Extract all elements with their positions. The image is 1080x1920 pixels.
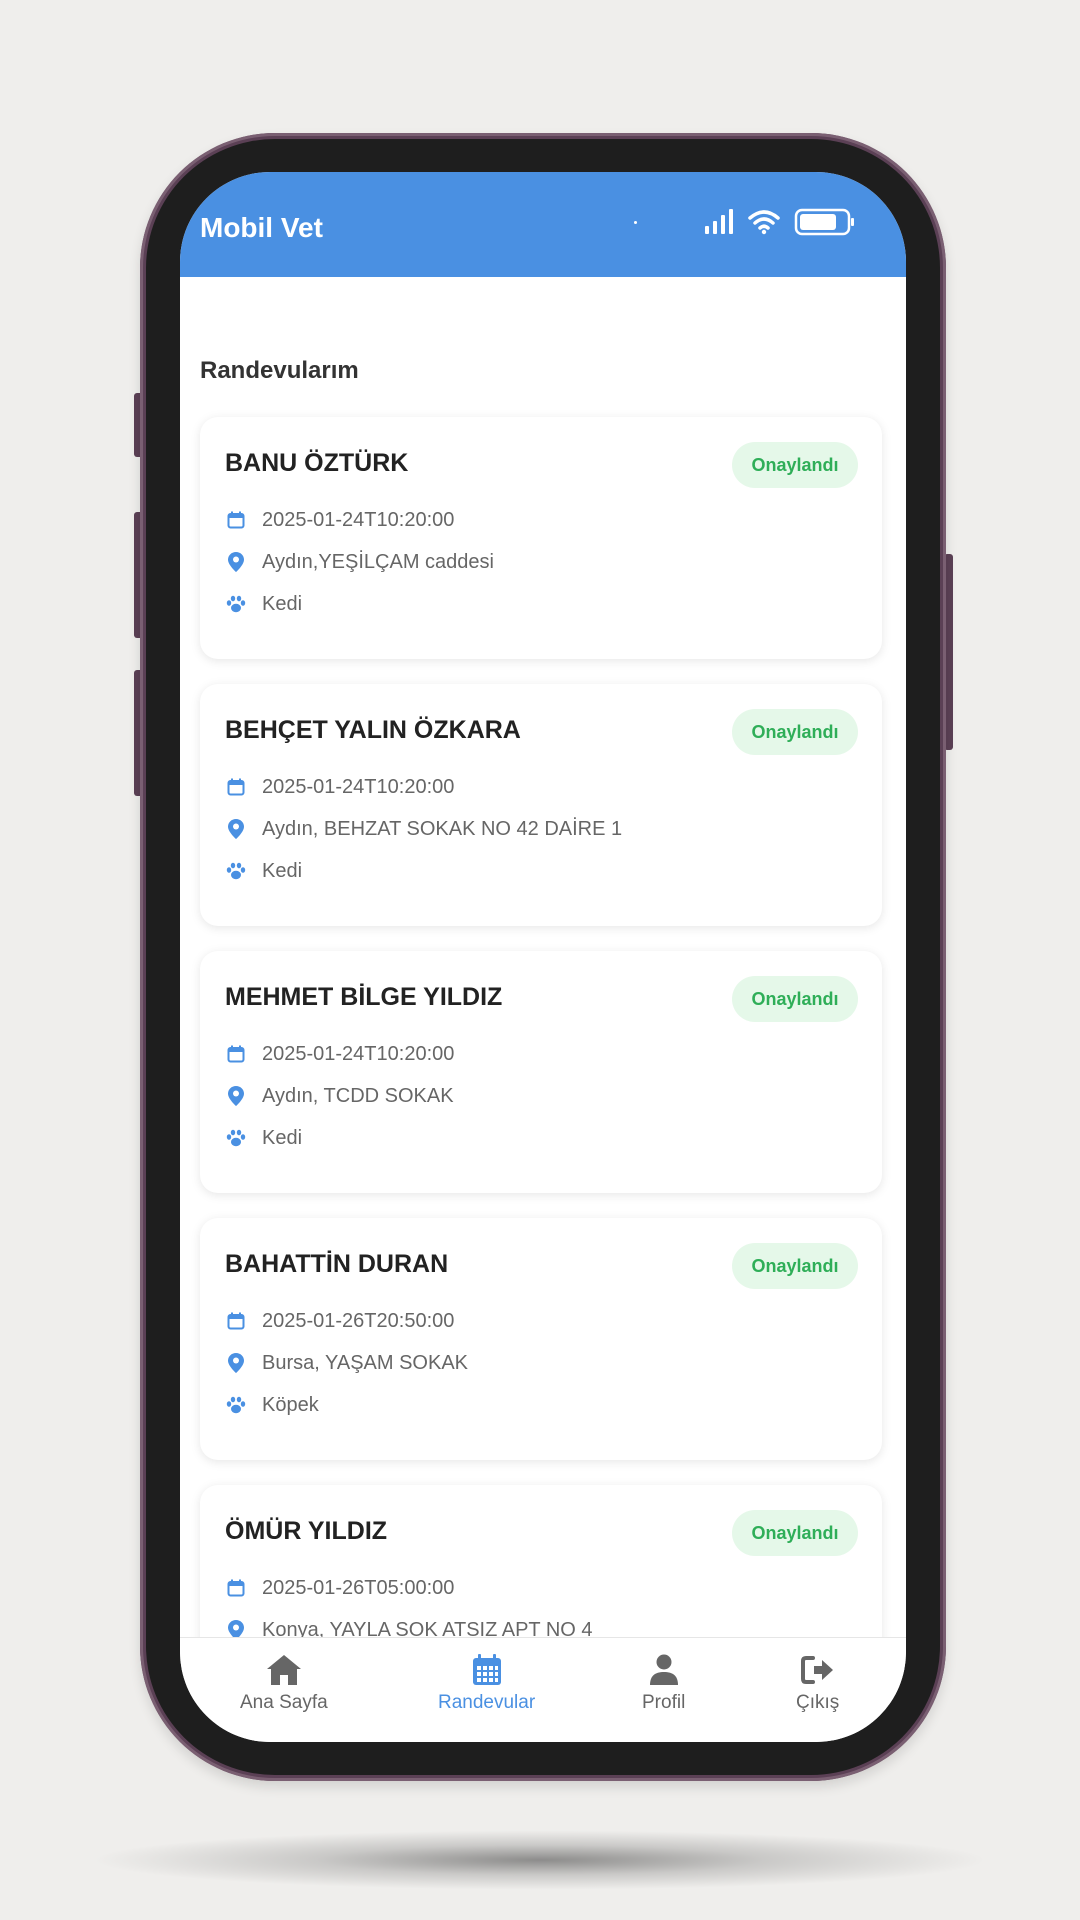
status-badge: Onaylandı	[732, 1243, 858, 1289]
pet-type: Kedi	[262, 1126, 303, 1149]
address-row: Aydın, TCDD SOKAK	[225, 1081, 454, 1111]
appointments-content[interactable]: Randevularım BANU ÖZTÜRK Onaylandı 2025-…	[180, 277, 906, 1637]
location-pin-icon	[225, 818, 247, 840]
nav-label-logout: Çıkış	[796, 1692, 840, 1713]
calendar-icon	[225, 1310, 247, 1332]
date-row: 2025-01-26T05:00:00	[225, 1573, 454, 1603]
phone-shadow	[90, 1830, 990, 1890]
appointment-address: Konya, YAYLA SOK ATSIZ APT NO 4	[262, 1618, 593, 1638]
nav-label-appointments: Randevular	[438, 1692, 536, 1713]
phone-screen: Mobil Vet Randevularım BANU ÖZTÜRK Onayl…	[180, 172, 906, 1742]
signal-icon	[704, 209, 734, 240]
status-badge: Onaylandı	[732, 1510, 858, 1556]
app-header: Mobil Vet	[180, 172, 906, 277]
appointment-address: Aydın, TCDD SOKAK	[262, 1084, 454, 1107]
status-badge: Onaylandı	[732, 442, 858, 488]
wifi-icon	[748, 209, 780, 240]
pet-row: Kedi	[225, 1123, 302, 1153]
app-title: Mobil Vet	[200, 212, 323, 243]
client-name: BANU ÖZTÜRK	[225, 449, 409, 477]
appointment-card[interactable]: BANU ÖZTÜRK Onaylandı 2025-01-24T10:20:0…	[200, 417, 882, 659]
home-icon	[264, 1652, 304, 1688]
battery-icon	[794, 208, 856, 241]
appointment-date: 2025-01-26T20:50:00	[262, 1309, 455, 1332]
logout-icon	[798, 1652, 838, 1688]
address-row: Aydın,YEŞİLÇAM caddesi	[225, 547, 494, 577]
phone-mockup-stage: Mobil Vet Randevularım BANU ÖZTÜRK Onayl…	[0, 0, 1080, 1920]
client-name: BAHATTİN DURAN	[225, 1250, 449, 1278]
status-badge: Onaylandı	[732, 709, 858, 755]
pet-row: Kedi	[225, 589, 302, 619]
date-row: 2025-01-26T20:50:00	[225, 1306, 454, 1336]
nav-item-appointments[interactable]: Randevular	[438, 1652, 535, 1714]
paw-icon	[225, 1394, 247, 1416]
appointment-card[interactable]: ÖMÜR YILDIZ Onaylandı 2025-01-26T05:00:0…	[200, 1485, 882, 1637]
appointment-address: Aydın, BEHZAT SOKAK NO 42 DAİRE 1	[262, 817, 623, 840]
client-name: BEHÇET YALIN ÖZKARA	[225, 716, 521, 744]
nav-label-home: Ana Sayfa	[240, 1692, 328, 1713]
status-badge: Onaylandı	[732, 976, 858, 1022]
camera-dot	[634, 221, 637, 224]
date-row: 2025-01-24T10:20:00	[225, 1039, 454, 1069]
location-pin-icon	[225, 1085, 247, 1107]
appointment-address: Bursa, YAŞAM SOKAK	[262, 1351, 469, 1374]
nav-item-home[interactable]: Ana Sayfa	[240, 1652, 328, 1714]
nav-item-logout[interactable]: Çıkış	[796, 1652, 839, 1714]
pet-type: Kedi	[262, 592, 303, 615]
address-row: Konya, YAYLA SOK ATSIZ APT NO 4	[225, 1615, 593, 1637]
pet-row: Köpek	[225, 1390, 319, 1420]
pet-type: Köpek	[262, 1393, 319, 1416]
appointment-date: 2025-01-24T10:20:00	[262, 508, 455, 531]
client-name: MEHMET BİLGE YILDIZ	[225, 983, 503, 1011]
date-row: 2025-01-24T10:20:00	[225, 505, 454, 535]
status-icons	[704, 208, 856, 241]
location-pin-icon	[225, 1619, 247, 1637]
appointment-card[interactable]: BEHÇET YALIN ÖZKARA Onaylandı 2025-01-24…	[200, 684, 882, 926]
date-row: 2025-01-24T10:20:00	[225, 772, 454, 802]
pet-type: Kedi	[262, 859, 303, 882]
calendar-icon	[225, 776, 247, 798]
nav-item-profile[interactable]: Profil	[642, 1652, 685, 1714]
paw-icon	[225, 1127, 247, 1149]
appointment-date: 2025-01-24T10:20:00	[262, 775, 455, 798]
location-pin-icon	[225, 1352, 247, 1374]
client-name: ÖMÜR YILDIZ	[225, 1517, 388, 1545]
bottom-navigation: Ana Sayfa Randevular Profil Çıkış	[180, 1637, 906, 1742]
user-icon	[644, 1652, 684, 1688]
appointment-card[interactable]: BAHATTİN DURAN Onaylandı 2025-01-26T20:5…	[200, 1218, 882, 1460]
appointment-card[interactable]: MEHMET BİLGE YILDIZ Onaylandı 2025-01-24…	[200, 951, 882, 1193]
appointment-date: 2025-01-24T10:20:00	[262, 1042, 455, 1065]
calendar-icon	[225, 1577, 247, 1599]
location-pin-icon	[225, 551, 247, 573]
paw-icon	[225, 860, 247, 882]
pet-row: Kedi	[225, 856, 302, 886]
appointment-date: 2025-01-26T05:00:00	[262, 1576, 455, 1599]
calendar-icon	[225, 1043, 247, 1065]
address-row: Aydın, BEHZAT SOKAK NO 42 DAİRE 1	[225, 814, 622, 844]
address-row: Bursa, YAŞAM SOKAK	[225, 1348, 468, 1378]
appointment-address: Aydın,YEŞİLÇAM caddesi	[262, 550, 494, 573]
calendar-icon	[225, 509, 247, 531]
page-title: Randevularım	[200, 357, 359, 384]
nav-label-profile: Profil	[642, 1692, 686, 1713]
paw-icon	[225, 593, 247, 615]
calendar-icon	[467, 1652, 507, 1688]
